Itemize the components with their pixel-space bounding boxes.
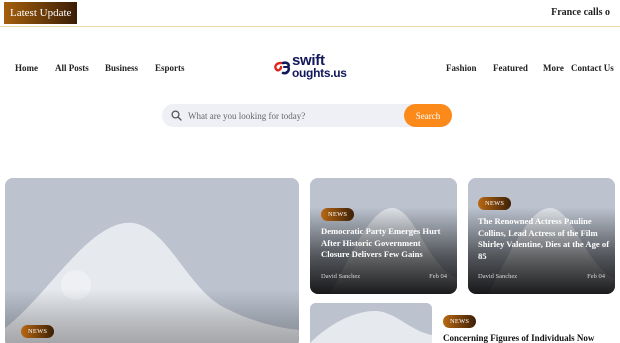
image-placeholder-icon (310, 303, 432, 343)
card-date: Feb 04 (429, 273, 447, 280)
nav-all-posts[interactable]: All Posts (55, 63, 89, 73)
card-author: David Sanchez (478, 273, 518, 280)
featured-badge: NEWS (21, 325, 55, 338)
list-badge: NEWS (443, 315, 477, 328)
nav-home[interactable]: Home (15, 63, 38, 73)
list-thumbnail (310, 303, 432, 343)
card-title[interactable]: Democratic Party Emerges Hurt After Hist… (321, 226, 451, 261)
article-card[interactable]: NEWS The Renowned Actress Pauline Collin… (468, 178, 615, 294)
search-bar: Search (162, 104, 452, 127)
nav-featured[interactable]: Featured (493, 63, 528, 73)
news-ticker[interactable]: France calls o (551, 7, 610, 18)
logo-mark-icon (274, 61, 291, 75)
logo-wordmark: swift oughts.us (292, 53, 347, 80)
nav-esports[interactable]: Esports (155, 63, 185, 73)
latest-update-label: Latest Update (4, 2, 78, 24)
featured-article-card[interactable]: NEWS (5, 178, 299, 343)
search-button[interactable]: Search (404, 104, 452, 127)
nav-fashion[interactable]: Fashion (446, 63, 477, 73)
card-badge: NEWS (321, 208, 355, 221)
search-input[interactable] (188, 106, 398, 125)
article-card[interactable]: NEWS Democratic Party Emerges Hurt After… (310, 178, 457, 294)
nav-more[interactable]: More (543, 63, 564, 73)
site-logo[interactable]: swift oughts.us (273, 53, 353, 84)
card-date: Feb 04 (587, 273, 605, 280)
search-icon (171, 110, 182, 121)
list-title[interactable]: Concerning Figures of Individuals Now (443, 333, 594, 343)
card-author: David Sanchez (321, 273, 361, 280)
nav-business[interactable]: Business (105, 63, 138, 73)
nav-contact-us[interactable]: Contact Us (571, 63, 614, 73)
logo-line-2: oughts.us (292, 66, 347, 80)
list-article[interactable]: NEWS Concerning Figures of Individuals N… (310, 303, 620, 343)
card-title[interactable]: The Renowned Actress Pauline Collins, Le… (478, 216, 610, 262)
card-badge: NEWS (478, 197, 512, 210)
top-bar: Latest Update France calls o (0, 0, 620, 27)
